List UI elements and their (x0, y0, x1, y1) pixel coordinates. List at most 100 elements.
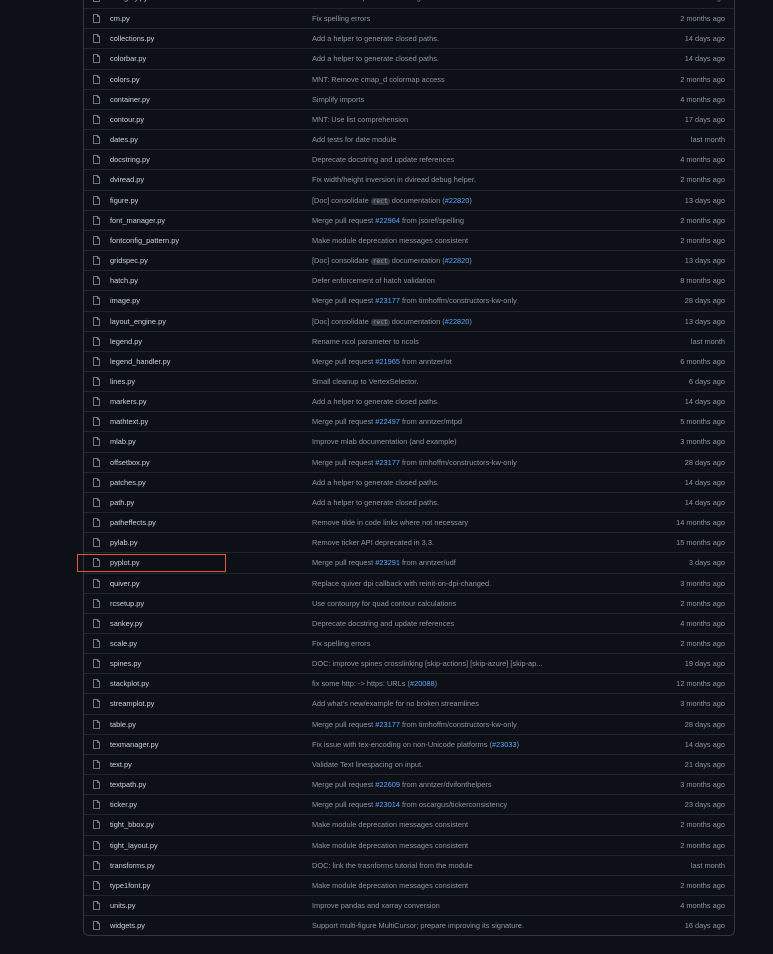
pull-request-link[interactable]: #23291 (375, 558, 400, 567)
commit-message[interactable]: DOC: improve spines crosslinking [skip-a… (312, 654, 602, 673)
pull-request-link[interactable]: #22497 (375, 417, 400, 426)
commit-message[interactable]: Add a helper to generate closed paths. (312, 29, 602, 48)
file-row[interactable]: legend.py Rename ncol parameter to ncols l… (84, 330, 734, 351)
commit-message[interactable]: Rename ncol parameter to ncols (312, 332, 602, 351)
commit-message[interactable]: Improve mlab documentation (and example) (312, 432, 602, 451)
file-row[interactable]: table.py Merge pull request #23177 from t… (84, 713, 734, 734)
file-name-link[interactable]: layout_engine.py (110, 312, 166, 331)
pull-request-link[interactable]: #22820 (445, 256, 470, 265)
file-row[interactable]: markers.py Add a helper to generate close… (84, 391, 734, 411)
file-row[interactable]: tight_bbox.py Make module deprecation mes… (84, 814, 734, 834)
file-name-link[interactable]: colors.py (110, 70, 140, 89)
commit-message[interactable]: Remove tilde in code links where not nec… (312, 513, 602, 532)
commit-message[interactable]: Support multi-figure MultiCursor; prepar… (312, 916, 602, 935)
file-name-link[interactable]: type1font.py (110, 876, 150, 895)
file-row[interactable]: texmanager.py Fix issue with tex-encoding… (84, 733, 734, 754)
file-row[interactable]: sankey.py Deprecate docstring and update … (84, 612, 734, 633)
file-name-link[interactable]: contour.py (110, 110, 144, 129)
file-row[interactable]: cm.py Fix spelling errors 2 months ago (84, 8, 734, 28)
file-name-link[interactable]: pylab.py (110, 533, 138, 552)
commit-message[interactable]: Make module deprecation messages consist… (312, 815, 602, 834)
commit-message[interactable]: Make module deprecation messages consist… (312, 836, 602, 855)
file-row[interactable]: rcsetup.py Use contourpy for quad contour… (84, 592, 734, 613)
file-row[interactable]: colorbar.py Add a helper to generate clos… (84, 48, 734, 68)
file-name-link[interactable]: collections.py (110, 29, 154, 48)
file-row[interactable]: widgets.py Support multi-figure MultiCurs… (84, 915, 734, 935)
pull-request-link[interactable]: #23177 (375, 296, 400, 305)
commit-message[interactable]: Make module deprecation messages consist… (312, 231, 602, 250)
file-name-link[interactable]: scale.py (110, 634, 137, 653)
file-name-link[interactable]: ticker.py (110, 795, 137, 814)
file-row[interactable]: dviread.py Fix width/height inversion in … (84, 169, 734, 189)
commit-message[interactable]: Add a helper to generate closed paths. (312, 392, 602, 411)
file-name-link[interactable]: tight_bbox.py (110, 815, 154, 834)
commit-message[interactable]: Add a helper to generate closed paths. (312, 473, 602, 492)
file-name-link[interactable]: container.py (110, 90, 150, 109)
commit-message[interactable]: Merge pull request #22497 from anntzer/m… (312, 412, 602, 431)
file-row[interactable]: streamplot.py Add what's new/example for … (84, 693, 734, 713)
file-row[interactable]: pyplot.py Merge pull request #23291 from … (84, 552, 734, 572)
file-name-link[interactable]: text.py (110, 755, 132, 774)
commit-message[interactable]: Merge pull request #23177 from timhoffm/… (312, 715, 602, 734)
commit-message[interactable]: Merge pull request #22964 from jsoref/sp… (312, 211, 602, 230)
file-row[interactable]: font_manager.py Merge pull request #22964… (84, 209, 734, 230)
file-name-link[interactable]: patheffects.py (110, 513, 156, 532)
file-row[interactable]: docstring.py Deprecate docstring and upda… (84, 149, 734, 169)
file-name-link[interactable]: mlab.py (110, 432, 136, 451)
file-name-link[interactable]: transforms.py (110, 856, 155, 875)
commit-message[interactable]: Deprecate docstring and update reference… (312, 614, 602, 633)
file-row[interactable]: patches.py Add a helper to generate close… (84, 471, 734, 492)
file-name-link[interactable]: table.py (110, 715, 136, 734)
file-row[interactable]: units.py Improve pandas and xarray conver… (84, 895, 734, 915)
file-name-link[interactable]: streamplot.py (110, 694, 154, 713)
file-name-link[interactable]: dviread.py (110, 170, 144, 189)
file-row[interactable]: dates.py Add tests for date module last mo… (84, 129, 734, 149)
pull-request-link[interactable]: #22609 (375, 780, 400, 789)
file-row[interactable]: fontconfig_pattern.py Make module depreca… (84, 229, 734, 250)
file-row[interactable]: legend_handler.py Merge pull request #219… (84, 350, 734, 371)
commit-message[interactable]: fix some http: -> https: URLs (#20088) (312, 674, 602, 693)
file-name-link[interactable]: path.py (110, 493, 134, 512)
file-name-link[interactable]: patches.py (110, 473, 146, 492)
commit-message[interactable]: Add what's new/example for no broken str… (312, 694, 602, 713)
file-name-link[interactable]: figure.py (110, 191, 138, 210)
commit-message[interactable]: Make module deprecation messages consist… (312, 876, 602, 895)
file-row[interactable]: scale.py Fix spelling errors 2 months ago (84, 633, 734, 653)
commit-message[interactable]: [Doc] consolidate rect documentation (#2… (312, 191, 602, 211)
commit-message[interactable]: MNT: Remove cmap_d colormap access (312, 70, 602, 89)
file-row[interactable]: textpath.py Merge pull request #22609 fro… (84, 774, 734, 794)
commit-message[interactable]: Add tests for date module (312, 130, 602, 149)
commit-message[interactable]: Use contourpy for quad contour calculati… (312, 594, 602, 613)
file-name-link[interactable]: tight_layout.py (110, 836, 158, 855)
file-row[interactable]: ticker.py Merge pull request #23014 from … (84, 794, 734, 814)
file-row[interactable]: stackplot.py fix some http: -> https: URL… (84, 673, 734, 693)
file-row[interactable]: tight_layout.py Make module deprecation m… (84, 834, 734, 855)
file-row[interactable]: lines.py Small cleanup to VertexSelector.… (84, 370, 734, 391)
pull-request-link[interactable]: #22820 (445, 196, 470, 205)
file-name-link[interactable]: spines.py (110, 654, 141, 673)
file-row[interactable]: hatch.py Defer enforcement of hatch valid… (84, 270, 734, 290)
file-row[interactable]: collections.py Add a helper to generate c… (84, 28, 734, 48)
file-row[interactable]: path.py Add a helper to generate closed p… (84, 491, 734, 512)
file-name-link[interactable]: cm.py (110, 9, 130, 28)
file-name-link[interactable]: units.py (110, 896, 135, 915)
file-name-link[interactable]: texmanager.py (110, 735, 158, 754)
commit-message[interactable]: Defer enforcement of hatch validation (312, 271, 602, 290)
commit-message[interactable]: Fix incorrect deprecation warning (312, 0, 602, 7)
file-row[interactable]: offsetbox.py Merge pull request #23177 fr… (84, 451, 734, 472)
file-row[interactable]: figure.py [Doc] consolidate rect document… (84, 189, 734, 211)
commit-message[interactable]: Merge pull request #23177 from timhoffm/… (312, 291, 602, 310)
file-name-link[interactable]: fontconfig_pattern.py (110, 231, 179, 250)
file-name-link[interactable]: pyplot.py (110, 553, 140, 572)
file-name-link[interactable]: font_manager.py (110, 211, 165, 230)
file-name-link[interactable]: textpath.py (110, 775, 146, 794)
commit-message[interactable]: Replace quiver dpi callback with reinit-… (312, 574, 602, 593)
commit-message[interactable]: [Doc] consolidate rect documentation (#2… (312, 312, 602, 332)
pull-request-link[interactable]: #22820 (445, 317, 470, 326)
pull-request-link[interactable]: #22964 (375, 216, 400, 225)
file-row[interactable]: container.py Simplify imports 4 months ago (84, 88, 734, 109)
pull-request-link[interactable]: #23177 (375, 720, 400, 729)
file-row[interactable]: layout_engine.py [Doc] consolidate rect d… (84, 310, 734, 332)
commit-message[interactable]: Add a helper to generate closed paths. (312, 49, 602, 68)
commit-message[interactable]: Improve pandas and xarray conversion (312, 896, 602, 915)
